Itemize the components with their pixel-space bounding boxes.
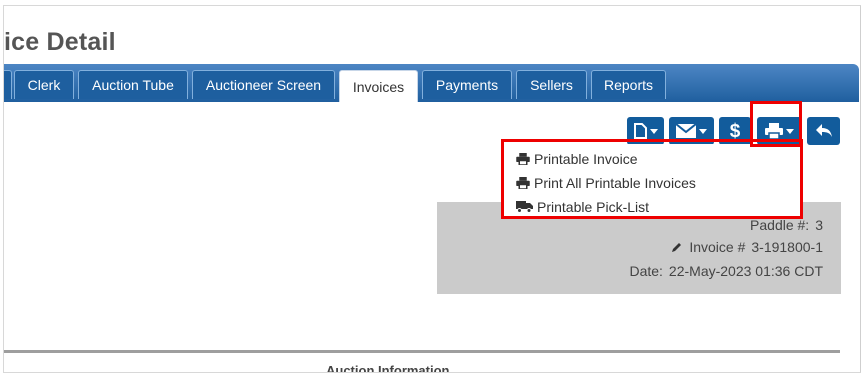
pencil-icon[interactable] [671, 241, 683, 253]
tab-bar: Clerk Auction Tube Auctioneer Screen Inv… [4, 64, 859, 102]
invoice-number-label: Invoice # [689, 239, 746, 255]
email-icon [676, 124, 696, 138]
section-divider [4, 350, 840, 353]
new-document-icon [634, 123, 647, 139]
dollar-icon: $ [729, 120, 741, 142]
chevron-down-icon [699, 128, 707, 134]
tab-auction-tube[interactable]: Auction Tube [78, 70, 188, 99]
page-title: ice Detail [4, 28, 116, 56]
print-menu-highlight [501, 139, 803, 219]
back-button[interactable] [807, 117, 840, 145]
date-label: Date: [629, 263, 663, 279]
tab-invoices[interactable]: Invoices [339, 70, 418, 102]
tab-payments[interactable]: Payments [422, 70, 512, 99]
tab-reports[interactable]: Reports [591, 70, 666, 99]
date-value: 22-May-2023 01:36 CDT [668, 263, 823, 279]
tab-sellers[interactable]: Sellers [516, 70, 587, 99]
paddle-row: Paddle #: 3 [750, 217, 823, 233]
invoice-number-row: Invoice # 3-191800-1 [671, 239, 823, 255]
tab-partial[interactable] [4, 70, 12, 99]
paddle-label: Paddle #: [750, 217, 810, 233]
section-title: Auction Information [326, 363, 450, 373]
invoice-number-value: 3-191800-1 [751, 239, 823, 255]
chevron-down-icon [650, 128, 658, 134]
paddle-value: 3 [815, 217, 823, 233]
back-arrow-icon [815, 124, 832, 137]
page-frame: ice Detail Clerk Auction Tube Auctioneer… [3, 5, 861, 373]
tab-clerk[interactable]: Clerk [14, 70, 74, 99]
date-row: Date: 22-May-2023 01:36 CDT [629, 263, 823, 279]
tab-auctioneer-screen[interactable]: Auctioneer Screen [192, 70, 335, 99]
